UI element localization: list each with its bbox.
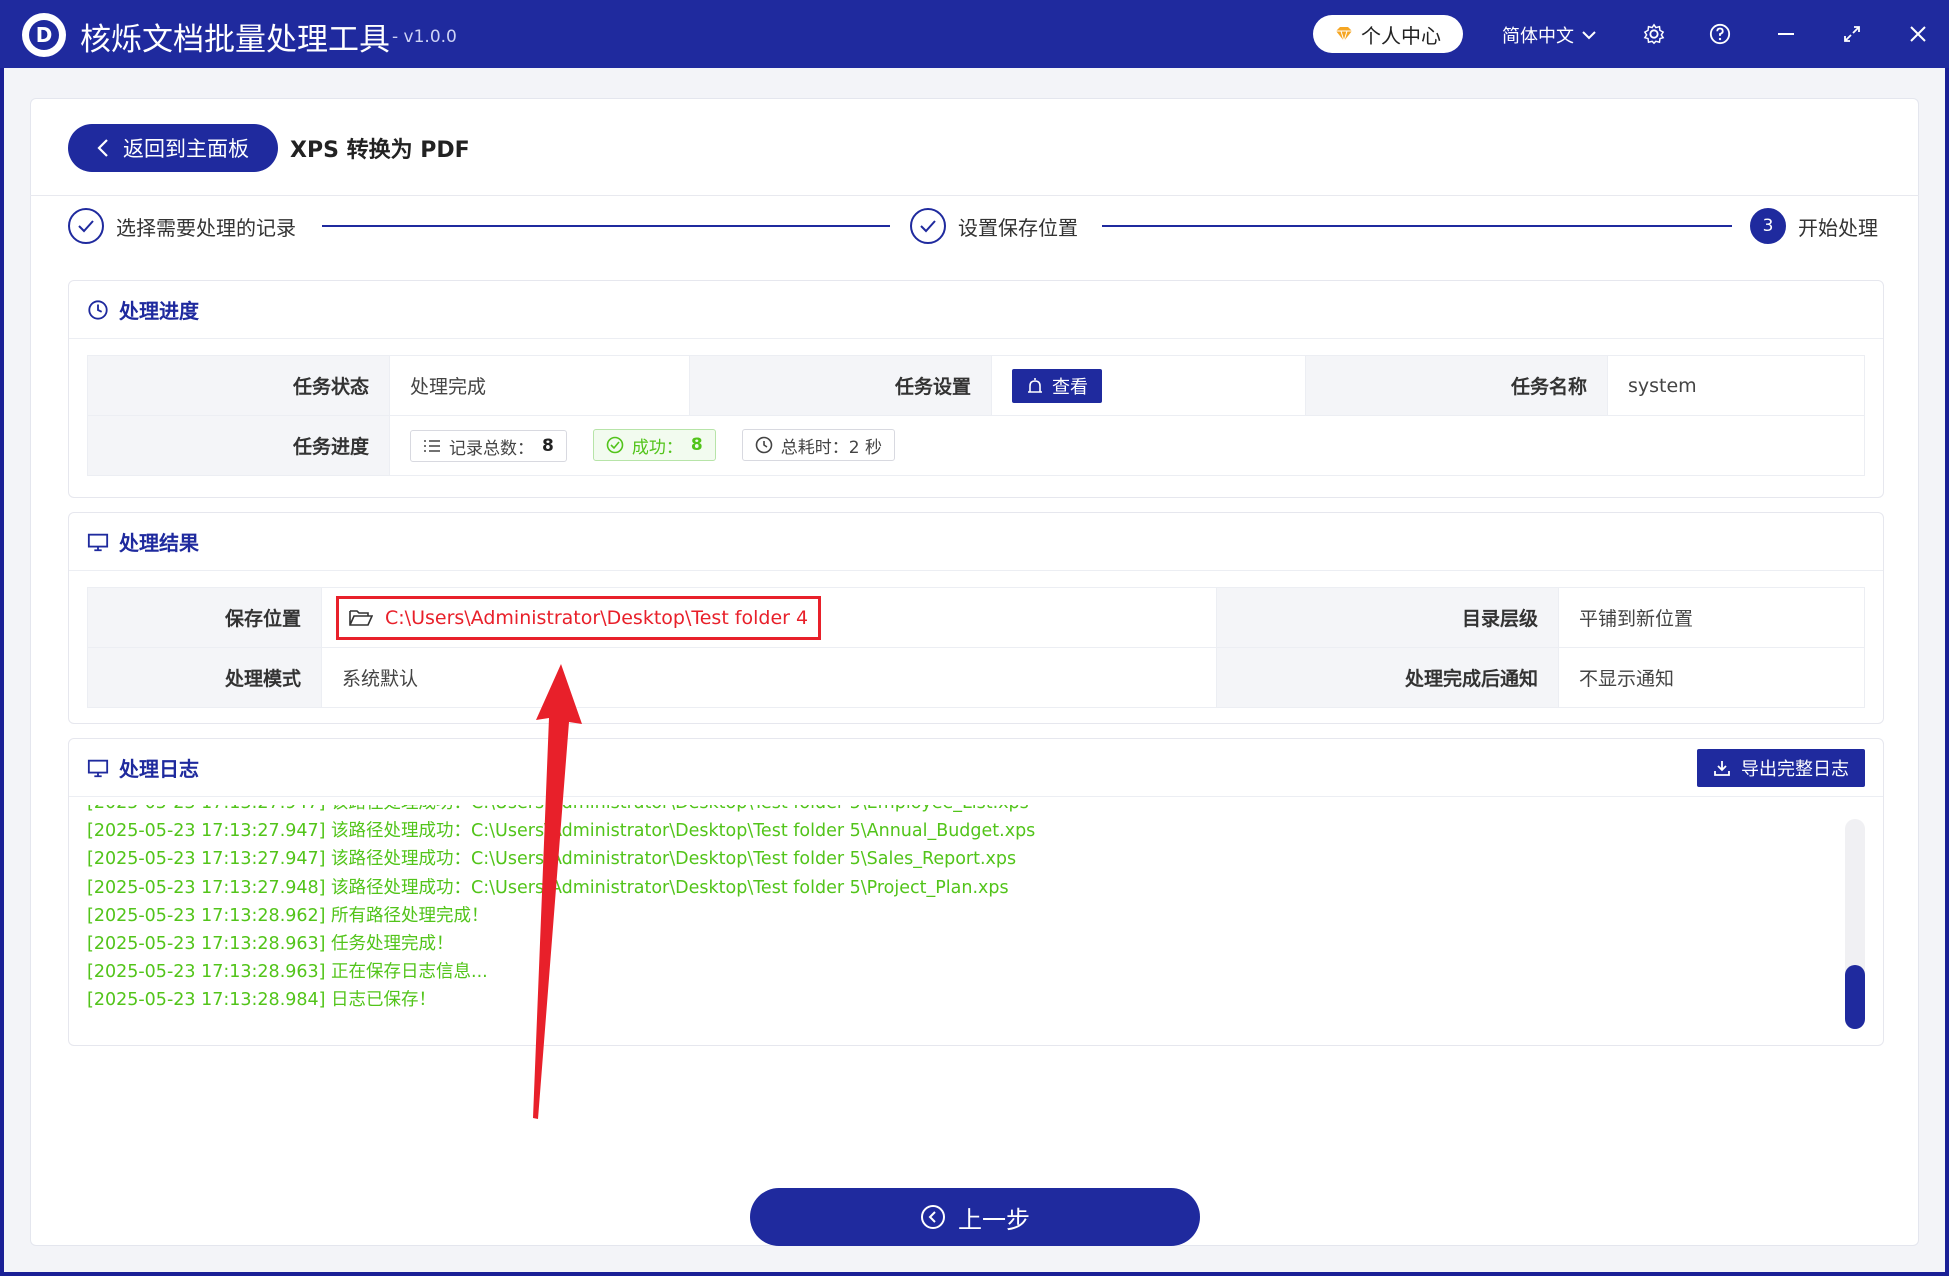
notify-value: 不显示通知	[1558, 647, 1865, 708]
task-status-label: 任务状态	[87, 355, 390, 416]
task-status-value: 处理完成	[389, 355, 690, 416]
result-title: 处理结果	[119, 531, 199, 555]
task-name-label: 任务名称	[1305, 355, 1608, 416]
title-bar: D 核烁文档批量处理工具 - v1.0.0 个人中心 简体中文	[0, 0, 1949, 68]
log-line: [2025-05-23 17:13:27.947] 该路径处理成功：C:\Use…	[87, 821, 1036, 842]
previous-step-button[interactable]: 上一步	[750, 1188, 1200, 1246]
result-panel-header: 处理结果	[69, 513, 1883, 571]
app-logo: D	[22, 13, 66, 57]
view-settings-button[interactable]: 查看	[1012, 368, 1102, 403]
chevron-down-icon	[1582, 31, 1596, 40]
download-icon	[1714, 761, 1730, 776]
step-label: 设置保存位置	[958, 215, 1078, 240]
total-value: 8	[542, 436, 554, 456]
log-panel-header: 处理日志	[69, 739, 1883, 797]
notify-label: 处理完成后通知	[1216, 647, 1559, 708]
dir-level-label: 目录层级	[1216, 587, 1559, 648]
success-chip: 成功： 8	[592, 429, 716, 461]
dir-level-value: 平铺到新位置	[1558, 587, 1865, 648]
help-icon[interactable]	[1706, 20, 1734, 48]
folder-open-icon	[349, 609, 373, 626]
log-line: [2025-05-23 17:13:27.947] 该路径处理成功：C:\Use…	[87, 849, 1017, 870]
progress-panel-header: 处理进度	[69, 281, 1883, 339]
list-icon	[424, 440, 440, 452]
check-icon	[910, 208, 946, 244]
export-log-button[interactable]: 导出完整日志	[1697, 749, 1865, 787]
elapsed-time-chip: 总耗时：2 秒	[741, 429, 896, 461]
progress-title: 处理进度	[119, 299, 199, 323]
step-connector	[322, 225, 890, 227]
header-divider	[30, 195, 1919, 196]
progress-table: 任务状态 处理完成 任务设置 查看 任务名称 system 任务进度 记录总数：…	[87, 355, 1865, 476]
log-output: [2025-05-23 17:13:27.947] 该路径处理成功：C:\Use…	[87, 805, 1857, 1037]
progress-panel: 处理进度 任务状态 处理完成 任务设置 查看 任务名称 system 任务进度 …	[68, 280, 1884, 498]
save-location-label: 保存位置	[87, 587, 322, 648]
step-label: 开始处理	[1798, 215, 1878, 240]
step-number: 3	[1750, 208, 1786, 244]
success-label: 成功：	[631, 437, 683, 458]
log-line: [2025-05-23 17:13:28.962] 所有路径处理完成！	[87, 905, 489, 926]
log-line: [2025-05-23 17:13:28.963] 任务处理完成！	[87, 934, 454, 955]
user-center-label: 个人中心	[1361, 23, 1441, 48]
process-mode-label: 处理模式	[87, 647, 322, 708]
page-title: XPS 转换为 PDF	[290, 138, 470, 163]
monitor-icon	[87, 533, 109, 551]
close-icon[interactable]	[1904, 20, 1932, 48]
clock-icon	[755, 436, 773, 454]
task-name-value: system	[1607, 355, 1865, 416]
chevron-left-circle-icon	[921, 1205, 945, 1229]
back-label: 返回到主面板	[123, 137, 249, 161]
success-value: 8	[690, 435, 703, 455]
previous-step-label: 上一步	[958, 1205, 1030, 1234]
log-line: [2025-05-23 17:13:27.947] 该路径处理成功：C:\Use…	[87, 805, 1857, 817]
log-panel: 处理日志 导出完整日志 [2025-05-23 17:13:27.947] 该路…	[68, 738, 1884, 1046]
back-to-main-button[interactable]: 返回到主面板	[68, 124, 278, 172]
app-logo-letter: D	[29, 20, 59, 50]
monitor-icon	[87, 759, 109, 777]
app-title: 核烁文档批量处理工具	[80, 22, 390, 58]
language-label: 简体中文	[1502, 26, 1574, 47]
step-save-location: 设置保存位置	[910, 208, 1078, 244]
task-settings-label: 任务设置	[689, 355, 992, 416]
step-start-processing: 3 开始处理	[1750, 208, 1878, 244]
vip-diamond-icon	[1336, 27, 1352, 42]
user-center-button[interactable]: 个人中心	[1313, 15, 1463, 53]
settings-gear-icon[interactable]	[1640, 20, 1668, 48]
log-line: [2025-05-23 17:13:28.963] 正在保存日志信息...	[87, 962, 488, 983]
chevron-left-icon	[97, 139, 108, 157]
clock-icon	[88, 299, 108, 320]
result-table: 保存位置 C:\Users\Administrator\Desktop\Test…	[87, 587, 1865, 708]
step-connector	[1102, 225, 1732, 227]
process-mode-value: 系统默认	[321, 647, 1217, 708]
log-scrollbar-thumb[interactable]	[1845, 965, 1865, 1029]
log-title: 处理日志	[119, 757, 199, 781]
language-select[interactable]: 简体中文	[1502, 22, 1596, 48]
view-label: 查看	[1052, 376, 1088, 398]
check-circle-icon	[606, 436, 624, 454]
alarm-icon	[1028, 377, 1042, 393]
step-select-records: 选择需要处理的记录	[68, 208, 296, 244]
app-version: - v1.0.0	[392, 27, 457, 47]
minimize-icon[interactable]	[1772, 20, 1800, 48]
total-label: 记录总数：	[449, 438, 534, 459]
result-panel: 处理结果 保存位置 C:\Users\Administrator\Desktop…	[68, 512, 1884, 724]
maximize-icon[interactable]	[1838, 20, 1866, 48]
total-records-chip: 记录总数： 8	[410, 430, 567, 462]
save-path-value: C:\Users\Administrator\Desktop\Test fold…	[385, 606, 809, 629]
check-icon	[68, 208, 104, 244]
elapsed-time-label: 总耗时：2 秒	[780, 437, 883, 458]
save-path-link[interactable]: C:\Users\Administrator\Desktop\Test fold…	[336, 595, 822, 640]
log-scrollbar[interactable]	[1845, 819, 1865, 1029]
step-label: 选择需要处理的记录	[116, 215, 296, 240]
log-line: [2025-05-23 17:13:27.948] 该路径处理成功：C:\Use…	[87, 877, 1009, 898]
export-label: 导出完整日志	[1741, 759, 1849, 780]
task-progress-label: 任务进度	[87, 415, 390, 476]
log-line: [2025-05-23 17:13:28.984] 日志已保存！	[87, 990, 437, 1011]
